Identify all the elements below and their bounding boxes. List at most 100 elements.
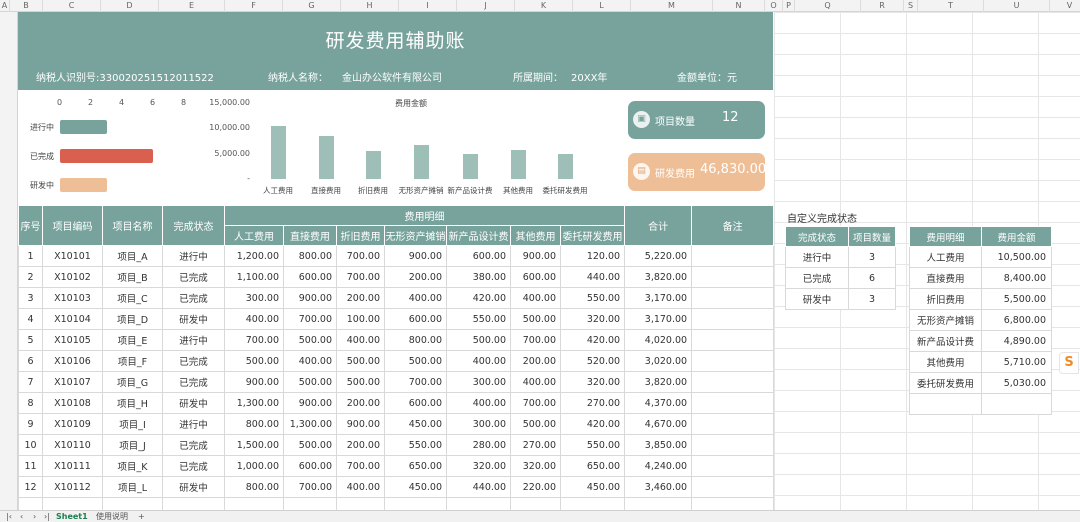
table-cell[interactable]: 3,820.00 bbox=[624, 266, 693, 288]
table-cell[interactable]: 1,300.00 bbox=[224, 392, 284, 414]
table-cell[interactable]: 520.00 bbox=[559, 350, 626, 372]
column-header-A[interactable]: A bbox=[0, 0, 10, 12]
table-cell[interactable]: 700.00 bbox=[336, 455, 385, 477]
table-cell[interactable]: 200.00 bbox=[384, 266, 447, 288]
header-sub-expense[interactable]: 直接费用 bbox=[283, 225, 337, 246]
header-sub-expense[interactable]: 折旧费用 bbox=[336, 225, 385, 246]
table-cell[interactable]: 270.00 bbox=[559, 392, 626, 414]
header-sub-expense[interactable]: 委托研发费用 bbox=[559, 225, 626, 246]
table-cell[interactable]: X10104 bbox=[42, 308, 103, 330]
header-sub-expense[interactable]: 其他费用 bbox=[510, 225, 561, 246]
table-cell[interactable]: X10103 bbox=[42, 287, 103, 309]
table-cell[interactable]: 已完成 bbox=[162, 287, 225, 309]
summary-cell[interactable]: 6 bbox=[848, 267, 896, 289]
table-cell[interactable]: 550.00 bbox=[446, 308, 511, 330]
column-header-D[interactable]: D bbox=[101, 0, 159, 12]
table-cell[interactable]: 5 bbox=[18, 329, 43, 351]
summary-cell[interactable]: 5,710.00 bbox=[981, 351, 1052, 373]
table-cell[interactable]: 450.00 bbox=[384, 476, 447, 498]
table-cell[interactable]: 420.00 bbox=[559, 329, 626, 351]
empty-cell[interactable] bbox=[909, 393, 982, 415]
table-cell[interactable]: X10109 bbox=[42, 413, 103, 435]
tab-instructions[interactable]: 使用说明 bbox=[96, 511, 128, 522]
expense-bar[interactable] bbox=[463, 154, 478, 179]
table-cell[interactable]: 3,170.00 bbox=[624, 287, 693, 309]
table-cell[interactable]: 700.00 bbox=[224, 329, 284, 351]
table-cell[interactable]: 600.00 bbox=[283, 266, 337, 288]
table-cell[interactable]: 550.00 bbox=[559, 434, 626, 456]
table-cell[interactable]: 900.00 bbox=[384, 245, 447, 267]
summary-cell[interactable]: 直接费用 bbox=[909, 267, 982, 289]
summary-cell[interactable]: 5,500.00 bbox=[981, 288, 1052, 310]
table-cell[interactable]: 700.00 bbox=[336, 245, 385, 267]
table-cell[interactable]: 500.00 bbox=[336, 350, 385, 372]
table-row[interactable]: 3 X10103 项目_C 已完成 300.00 900.00 200.00 400.00 42… bbox=[18, 287, 775, 309]
table-cell[interactable]: 4,670.00 bbox=[624, 413, 693, 435]
table-cell[interactable]: 220.00 bbox=[510, 476, 561, 498]
table-cell[interactable]: 4,020.00 bbox=[624, 329, 693, 351]
table-cell[interactable]: 已完成 bbox=[162, 455, 225, 477]
table-cell[interactable]: 550.00 bbox=[384, 434, 447, 456]
table-row[interactable]: 8 X10108 项目_H 研发中 1,300.00 900.00 200.00 600.00… bbox=[18, 392, 775, 414]
summary-header-item[interactable]: 费用明细 bbox=[909, 226, 982, 247]
table-cell[interactable]: 800.00 bbox=[283, 245, 337, 267]
tab-sheet1[interactable]: Sheet1 bbox=[56, 511, 88, 522]
table-cell[interactable]: 11 bbox=[18, 455, 43, 477]
summary-cell[interactable]: 人工费用 bbox=[909, 246, 982, 268]
table-cell[interactable]: 320.00 bbox=[510, 455, 561, 477]
expense-bar[interactable] bbox=[558, 153, 573, 179]
table-cell[interactable]: 已完成 bbox=[162, 350, 225, 372]
table-cell[interactable]: 3,850.00 bbox=[624, 434, 693, 456]
summary-cell[interactable]: 5,030.00 bbox=[981, 372, 1052, 394]
summary-row[interactable]: 其他费用 5,710.00 bbox=[909, 351, 1052, 373]
summary-cell[interactable]: 新产品设计费 bbox=[909, 330, 982, 352]
table-cell[interactable]: 800.00 bbox=[224, 413, 284, 435]
column-header-L[interactable]: L bbox=[573, 0, 631, 12]
table-cell[interactable]: 600.00 bbox=[384, 392, 447, 414]
table-cell[interactable]: X10102 bbox=[42, 266, 103, 288]
table-cell[interactable]: 1,300.00 bbox=[283, 413, 337, 435]
table-cell[interactable]: 700.00 bbox=[283, 476, 337, 498]
remark-cell[interactable] bbox=[691, 434, 775, 456]
table-cell[interactable]: 400.00 bbox=[283, 350, 337, 372]
table-cell[interactable]: 7 bbox=[18, 371, 43, 393]
table-row[interactable]: 2 X10102 项目_B 已完成 1,100.00 600.00 700.00 200.00… bbox=[18, 266, 775, 288]
table-cell[interactable]: 600.00 bbox=[384, 308, 447, 330]
summary-header-status[interactable]: 完成状态 bbox=[785, 226, 849, 247]
table-cell[interactable]: 1,500.00 bbox=[224, 434, 284, 456]
remark-cell[interactable] bbox=[691, 413, 775, 435]
table-cell[interactable]: 3 bbox=[18, 287, 43, 309]
table-cell[interactable]: 320.00 bbox=[559, 371, 626, 393]
remark-cell[interactable] bbox=[691, 329, 775, 351]
table-row[interactable]: 1 X10101 项目_A 进行中 1,200.00 800.00 700.00 900.00… bbox=[18, 245, 775, 267]
add-sheet-button[interactable]: + bbox=[138, 511, 145, 522]
column-header-V[interactable]: V bbox=[1050, 0, 1080, 12]
table-cell[interactable]: 1,100.00 bbox=[224, 266, 284, 288]
table-cell[interactable]: 项目_A bbox=[102, 245, 163, 267]
table-cell[interactable]: 500.00 bbox=[336, 371, 385, 393]
table-cell[interactable]: 3,820.00 bbox=[624, 371, 693, 393]
header-detail[interactable]: 费用明细 bbox=[223, 205, 626, 226]
summary-row[interactable]: 委托研发费用 5,030.00 bbox=[909, 372, 1052, 394]
table-cell[interactable]: 900.00 bbox=[336, 413, 385, 435]
table-cell[interactable]: 900.00 bbox=[510, 245, 561, 267]
summary-header-count[interactable]: 项目数量 bbox=[848, 226, 896, 247]
summary-row[interactable]: 折旧费用 5,500.00 bbox=[909, 288, 1052, 310]
table-cell[interactable]: 440.00 bbox=[559, 266, 626, 288]
table-cell[interactable]: 650.00 bbox=[384, 455, 447, 477]
table-cell[interactable]: 已完成 bbox=[162, 434, 225, 456]
table-cell[interactable]: 项目_C bbox=[102, 287, 163, 309]
table-cell[interactable]: 项目_F bbox=[102, 350, 163, 372]
summary-cell[interactable]: 4,890.00 bbox=[981, 330, 1052, 352]
table-cell[interactable]: 500.00 bbox=[384, 350, 447, 372]
table-cell[interactable]: 项目_L bbox=[102, 476, 163, 498]
table-cell[interactable]: 100.00 bbox=[336, 308, 385, 330]
expense-bar[interactable] bbox=[271, 125, 286, 179]
table-cell[interactable]: 700.00 bbox=[510, 392, 561, 414]
table-cell[interactable]: 进行中 bbox=[162, 413, 225, 435]
expense-column-chart[interactable]: 费用金额 15,000.00 10,000.00 5,000.00- 人工费用 直接费用… bbox=[205, 96, 600, 200]
summary-cell[interactable]: 8,400.00 bbox=[981, 267, 1052, 289]
table-cell[interactable]: 120.00 bbox=[559, 245, 626, 267]
table-cell[interactable]: X10108 bbox=[42, 392, 103, 414]
table-cell[interactable]: 200.00 bbox=[336, 434, 385, 456]
